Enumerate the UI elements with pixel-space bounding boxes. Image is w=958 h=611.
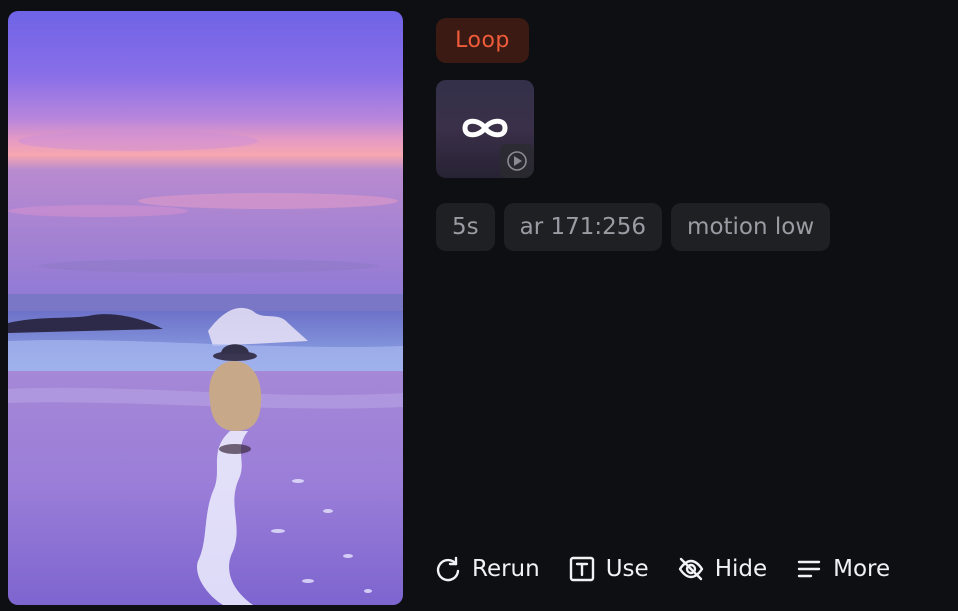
- rerun-button[interactable]: Rerun: [434, 555, 540, 583]
- loop-badge: Loop: [436, 18, 529, 63]
- eye-off-icon: [678, 557, 703, 581]
- motion-tag: motion low: [671, 203, 831, 251]
- duration-tag: 5s: [436, 203, 495, 251]
- aspect-ratio-tag: ar 171:256: [503, 203, 663, 251]
- loop-thumbnail[interactable]: [436, 80, 534, 178]
- settings-tags: 5s ar 171:256 motion low: [436, 203, 831, 251]
- more-button[interactable]: More: [795, 555, 890, 583]
- hide-button[interactable]: Hide: [677, 555, 767, 583]
- use-button[interactable]: Use: [568, 555, 649, 583]
- action-bar: Rerun Use Hide More: [434, 555, 918, 583]
- more-label: More: [833, 556, 891, 582]
- generated-image[interactable]: [8, 11, 403, 605]
- rerun-label: Rerun: [472, 556, 540, 582]
- play-circle-icon: [500, 144, 534, 178]
- use-label: Use: [605, 556, 649, 582]
- rerun-icon: [436, 556, 460, 582]
- hide-label: Hide: [714, 556, 768, 582]
- text-box-icon: [569, 556, 594, 582]
- menu-lines-icon: [797, 560, 821, 578]
